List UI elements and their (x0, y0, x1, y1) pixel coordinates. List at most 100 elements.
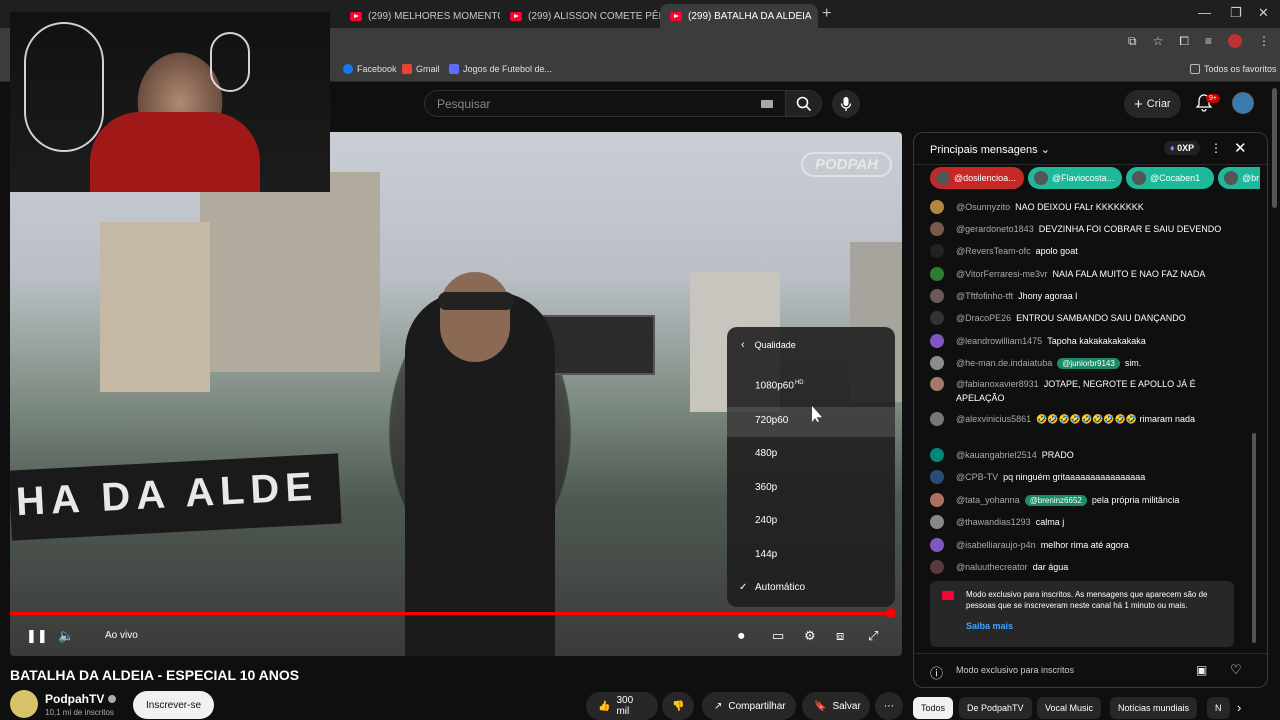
browser-tab-active[interactable]: (299) BATALHA DA ALDEIA 🔊 ✕ (660, 4, 818, 28)
voice-search-button[interactable] (832, 90, 860, 118)
learn-more-link[interactable]: Saiba mais (966, 621, 1013, 631)
close-window-button[interactable]: ✕ (1258, 5, 1269, 21)
avatar (930, 200, 944, 214)
chat-header: Principais mensagens ⌄ ♦ 0XP ⋮ ✕ (914, 133, 1267, 165)
media-controls-icon[interactable]: ≡ (1205, 34, 1212, 49)
chip-de-podpahtv[interactable]: De PodpahTV (959, 697, 1032, 719)
progress-scrubber[interactable] (886, 608, 896, 618)
heart-icon[interactable]: ♡ (1230, 662, 1242, 678)
ticker-avatar (1132, 171, 1146, 185)
chip-vocal-music[interactable]: Vocal Music (1037, 697, 1102, 719)
tab-label: (299) BATALHA DA ALDEIA (688, 10, 812, 22)
avatar (930, 267, 944, 281)
miniplayer-icon[interactable]: ⧈ (836, 628, 844, 644)
ticker-avatar (1224, 171, 1238, 185)
chip-noticias[interactable]: Notícias mundiais (1110, 697, 1198, 719)
save-button[interactable]: 🔖 Salvar (802, 692, 870, 720)
quality-option[interactable]: 480p (727, 440, 895, 470)
building (100, 222, 210, 392)
search-button[interactable] (786, 90, 822, 117)
quality-option[interactable]: 720p60 (727, 407, 895, 437)
bookmark-star-icon[interactable]: ☆ (1153, 34, 1164, 49)
live-label: Ao vivo (105, 630, 138, 641)
quality-option[interactable]: 240p (727, 507, 895, 537)
subtitles-icon[interactable]: ▭ (772, 628, 784, 644)
progress-bar[interactable] (10, 612, 890, 615)
menu-dots-icon[interactable]: ⋮ (1258, 34, 1270, 49)
chip-more[interactable]: N (1207, 697, 1230, 719)
cast-icon[interactable]: ⧉ (1128, 34, 1137, 49)
avatar (930, 470, 944, 484)
keyboard-icon[interactable] (761, 100, 773, 108)
video-player[interactable]: HA DA ALDE PODPAH ‹ Qualidade 1080p60HD … (10, 132, 902, 656)
thumbs-up-icon: 👍 (598, 700, 611, 712)
all-bookmarks[interactable]: Todos os favoritos (1190, 64, 1277, 74)
xp-badge[interactable]: ♦ 0XP (1164, 141, 1201, 155)
quality-menu-header[interactable]: ‹ Qualidade (741, 339, 796, 351)
extensions-icon[interactable]: ⧠ (1179, 34, 1189, 49)
microphone-icon (840, 97, 852, 111)
create-button[interactable]: + Criar (1124, 90, 1181, 118)
search-input[interactable]: Pesquisar (424, 90, 786, 117)
quality-option[interactable]: 144p (727, 541, 895, 571)
chevron-right-icon[interactable]: › (1237, 700, 1241, 715)
bookmark-gmail[interactable]: Gmail (402, 64, 440, 74)
chip-todos[interactable]: Todos (913, 697, 954, 719)
share-button[interactable]: ↗ Compartilhar (702, 692, 796, 720)
avatar (930, 493, 944, 507)
notification-badge: 9+ (1206, 94, 1220, 103)
ticker-item[interactable]: @dosilencioa... (930, 167, 1024, 189)
quality-option[interactable]: 360p (727, 474, 895, 504)
dislike-button[interactable]: 👎 (662, 692, 694, 720)
page-scrollbar[interactable] (1272, 88, 1277, 208)
avatar (930, 289, 944, 303)
bookmark-jogos[interactable]: Jogos de Futebol de... (449, 64, 552, 74)
volume-icon[interactable]: 🔈 (58, 628, 74, 644)
youtube-favicon-icon (350, 11, 362, 21)
subscribe-button[interactable]: Inscrever-se (133, 691, 215, 719)
folder-icon (1190, 64, 1200, 74)
settings-gear-icon[interactable]: ⚙ (804, 628, 816, 644)
browser-tab[interactable]: (299) MELHORES MOMENTOS ✕ (340, 4, 500, 28)
avatar (930, 222, 944, 236)
video-title: BATALHA DA ALDEIA - ESPECIAL 10 ANOS (10, 667, 300, 683)
new-tab-button[interactable]: + (822, 5, 831, 23)
streamer-facecam (10, 12, 330, 192)
chevron-down-icon: ⌄ (1040, 144, 1050, 156)
fullscreen-icon[interactable]: ⤢ (868, 628, 878, 644)
tab-label: (299) ALISSON COMETE PÊNAL (528, 10, 660, 22)
maximize-button[interactable]: ❐ (1230, 5, 1242, 21)
channel-name[interactable]: PodpahTV (45, 692, 117, 706)
quality-option-selected[interactable]: ✓ Automático (727, 574, 895, 604)
chat-mode-dropdown[interactable]: Principais mensagens ⌄ (930, 143, 1050, 156)
bookmark-facebook[interactable]: Facebook (343, 64, 397, 74)
youtube-favicon-icon (670, 11, 682, 21)
info-icon[interactable]: ⓘ (930, 663, 943, 682)
building (200, 172, 380, 372)
minimize-button[interactable]: — (1198, 5, 1211, 20)
avatar (930, 311, 944, 325)
more-actions-button[interactable]: ⋯ (875, 692, 903, 720)
ticker-item[interactable]: @br (1218, 167, 1260, 189)
youtube-icon (942, 591, 954, 600)
browser-tab[interactable]: (299) ALISSON COMETE PÊNAL ✕ (500, 4, 660, 28)
pause-icon[interactable]: ❚❚ (26, 628, 48, 644)
channel-avatar[interactable] (10, 690, 38, 718)
share-icon: ↗ (714, 700, 723, 712)
quality-option[interactable]: 1080p60HD (727, 372, 895, 402)
bookmark-icon: 🔖 (814, 700, 827, 712)
avatar (930, 560, 944, 574)
user-avatar[interactable] (1232, 92, 1254, 114)
chat-scrollbar[interactable] (1252, 433, 1256, 643)
like-button[interactable]: 👍 300 mil (586, 692, 658, 720)
ticker-item[interactable]: @Cocaben1 (1126, 167, 1214, 189)
chat-close-icon[interactable]: ✕ (1234, 139, 1247, 157)
mention-chip[interactable]: @juniorbr9143 (1057, 358, 1120, 369)
profile-avatar[interactable] (1228, 34, 1242, 48)
chat-more-icon[interactable]: ⋮ (1210, 141, 1222, 155)
autoplay-toggle-icon[interactable]: ⏺ (738, 628, 745, 644)
mention-chip[interactable]: @breninz6652 (1024, 495, 1087, 506)
money-icon[interactable]: ▣ (1196, 663, 1207, 677)
neon-decoration (24, 22, 104, 152)
ticker-item[interactable]: @Flaviocosta... (1028, 167, 1122, 189)
